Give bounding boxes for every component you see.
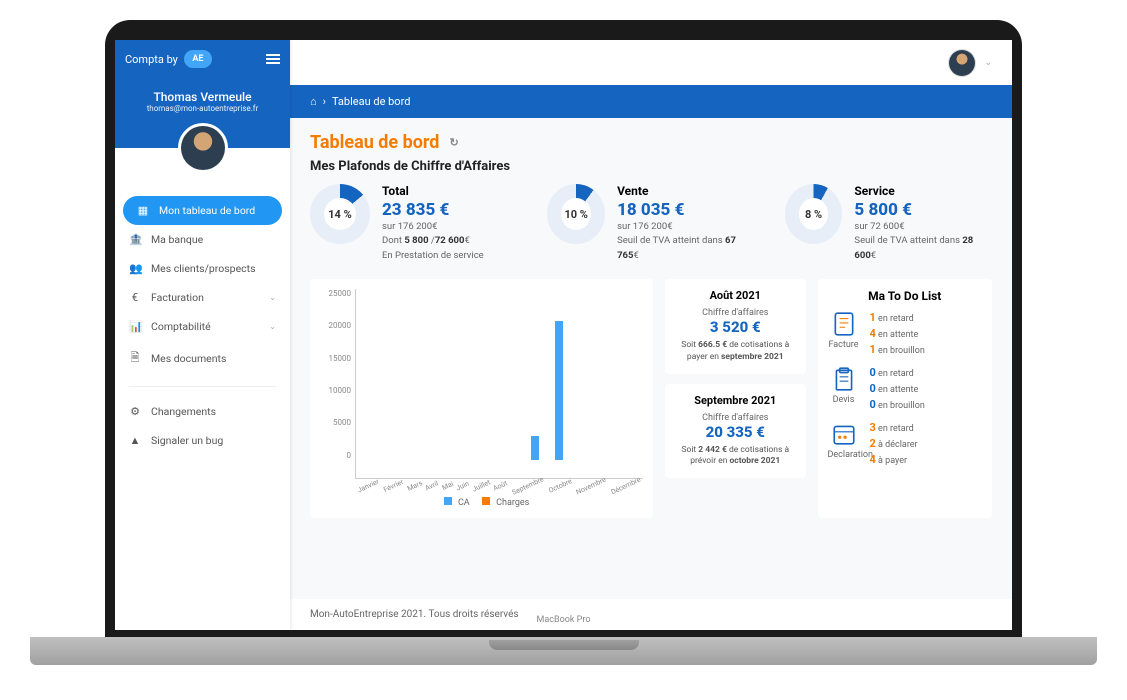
donut-pct: 14 % [328, 208, 352, 221]
avatar-menu[interactable] [948, 49, 976, 77]
donut-chart: 10 % [547, 184, 605, 244]
brand: Compta by AE [125, 50, 212, 68]
sidebar-item-documents[interactable]: 🗎 Mes documents [115, 341, 290, 376]
todo-group: Devis 0 en retard0 en attente0 en brouil… [828, 366, 983, 411]
sidebar-header: Compta by AE [115, 40, 290, 78]
sidebar-label: Facturation [151, 291, 204, 304]
menu-toggle-icon[interactable] [266, 54, 280, 64]
lower-row: 2500020000150001000050000 JanvierFévrier… [310, 279, 992, 518]
footer: Mon-AutoEntreprise 2021. Tous droits rés… [290, 599, 1012, 630]
sidebar-item-bank[interactable]: 🏦 Ma banque [115, 225, 290, 254]
sidebar-label: Ma banque [151, 233, 203, 246]
main: ⌄ ⌂ › Tableau de bord Tableau de bord ↻ … [290, 40, 1012, 630]
user-block: Thomas Vermeule thomas@mon-autoentrepris… [115, 78, 290, 148]
sidebar-item-accounting[interactable]: 📊 Comptabilité ⌄ [115, 312, 290, 341]
plafonds-row: 14 % Total 23 835 € sur 176 200€Dont 5 8… [310, 184, 992, 263]
month-card: Septembre 2021 Chiffre d'affaires 20 335… [665, 384, 805, 479]
donut-chart: 14 % [310, 184, 370, 244]
sidebar-label: Mes documents [151, 352, 226, 365]
chart-icon: 📊 [129, 320, 141, 333]
breadcrumb-sep: › [323, 95, 326, 108]
bar-chart: 2500020000150001000050000 JanvierFévrier… [355, 289, 643, 479]
sidebar-label: Changements [151, 405, 216, 418]
refresh-icon[interactable]: ↻ [449, 136, 458, 149]
bank-icon: 🏦 [129, 233, 141, 246]
sidebar: Compta by AE Thomas Vermeule thomas@mon-… [115, 40, 290, 630]
avatar[interactable] [178, 123, 228, 173]
brand-prefix: Compta by [125, 53, 178, 66]
month-amount: 3 520 € [675, 318, 795, 336]
nav: ▦ Mon tableau de bord 🏦 Ma banque 👥 Mes … [115, 188, 290, 463]
devis-icon: Devis [828, 366, 860, 411]
month-amount: 20 335 € [675, 423, 795, 441]
doc-icon: 🗎 [129, 349, 141, 368]
donut-pct: 8 % [805, 208, 822, 221]
todo-card: Ma To Do List Facture 1 en retard4 en at… [818, 279, 993, 518]
months-column: Août 2021 Chiffre d'affaires 3 520 € Soi… [665, 279, 805, 518]
sidebar-label: Signaler un bug [151, 434, 223, 447]
sidebar-item-changes[interactable]: ⚙ Changements [115, 397, 290, 426]
user-name: Thomas Vermeule [123, 90, 282, 104]
sidebar-item-invoicing[interactable]: € Facturation ⌄ [115, 283, 290, 312]
todo-title: Ma To Do List [828, 289, 983, 303]
plafond-title: Service [854, 184, 992, 198]
gear-icon: ⚙ [129, 405, 141, 418]
euro-icon: € [129, 291, 141, 304]
sidebar-label: Mon tableau de bord [159, 204, 255, 217]
breadcrumb: ⌂ › Tableau de bord [290, 85, 1012, 118]
todo-group: Facture 1 en retard4 en attente1 en brou… [828, 311, 983, 356]
plafond-amount: 5 800 € [854, 200, 992, 220]
chevron-down-icon[interactable]: ⌄ [984, 58, 992, 68]
month-title: Août 2021 [675, 289, 795, 302]
sidebar-item-bug[interactable]: ▲ Signaler un bug [115, 426, 290, 455]
topbar: ⌄ [290, 40, 1012, 85]
sidebar-label: Comptabilité [151, 320, 211, 333]
page-title: Tableau de bord ↻ [310, 132, 992, 153]
people-icon: 👥 [129, 262, 141, 275]
plafond-amount: 18 035 € [617, 200, 755, 220]
facture-icon: Facture [828, 311, 860, 356]
warning-icon: ▲ [129, 434, 141, 447]
donut-chart: 8 % [785, 184, 843, 244]
section-title: Mes Plafonds de Chiffre d'Affaires [310, 159, 992, 174]
user-email: thomas@mon-autoentreprise.fr [123, 104, 282, 113]
bar [531, 436, 539, 460]
plafond-card: 8 % Service 5 800 € sur 72 600€Seuil de … [785, 184, 992, 263]
sidebar-item-clients[interactable]: 👥 Mes clients/prospects [115, 254, 290, 283]
divider [129, 386, 276, 387]
legend-swatch [482, 497, 490, 505]
chevron-down-icon: ⌄ [269, 322, 276, 331]
plafond-card: 10 % Vente 18 035 € sur 176 200€Seuil de… [547, 184, 754, 263]
chart-legend: CA Charges [320, 497, 643, 508]
plafond-title: Total [382, 184, 484, 198]
donut-pct: 10 % [564, 208, 588, 221]
brand-logo: AE [184, 50, 212, 68]
legend-swatch [444, 497, 452, 505]
chart-card: 2500020000150001000050000 JanvierFévrier… [310, 279, 653, 518]
sidebar-label: Mes clients/prospects [151, 262, 256, 275]
plafond-title: Vente [617, 184, 755, 198]
plafond-detail: sur 176 200€Seuil de TVA atteint dans 67… [617, 220, 755, 263]
month-title: Septembre 2021 [675, 394, 795, 407]
chevron-down-icon: ⌄ [269, 293, 276, 302]
home-icon[interactable]: ⌂ [310, 95, 317, 108]
plafond-detail: sur 72 600€Seuil de TVA atteint dans 28 … [854, 220, 992, 263]
plafond-card: 14 % Total 23 835 € sur 176 200€Dont 5 8… [310, 184, 517, 263]
todo-group: Declaration 3 en retard2 à déclarer4 à p… [828, 421, 983, 466]
sidebar-item-dashboard[interactable]: ▦ Mon tableau de bord [123, 196, 282, 225]
breadcrumb-current: Tableau de bord [332, 95, 410, 108]
declaration-icon: Declaration [828, 421, 860, 466]
plafond-detail: sur 176 200€Dont 5 800 /72 600€En Presta… [382, 220, 484, 263]
bar [555, 321, 563, 460]
content: Tableau de bord ↻ Mes Plafonds de Chiffr… [290, 118, 1012, 599]
plafond-amount: 23 835 € [382, 200, 484, 220]
grid-icon: ▦ [137, 204, 149, 217]
month-card: Août 2021 Chiffre d'affaires 3 520 € Soi… [665, 279, 805, 374]
